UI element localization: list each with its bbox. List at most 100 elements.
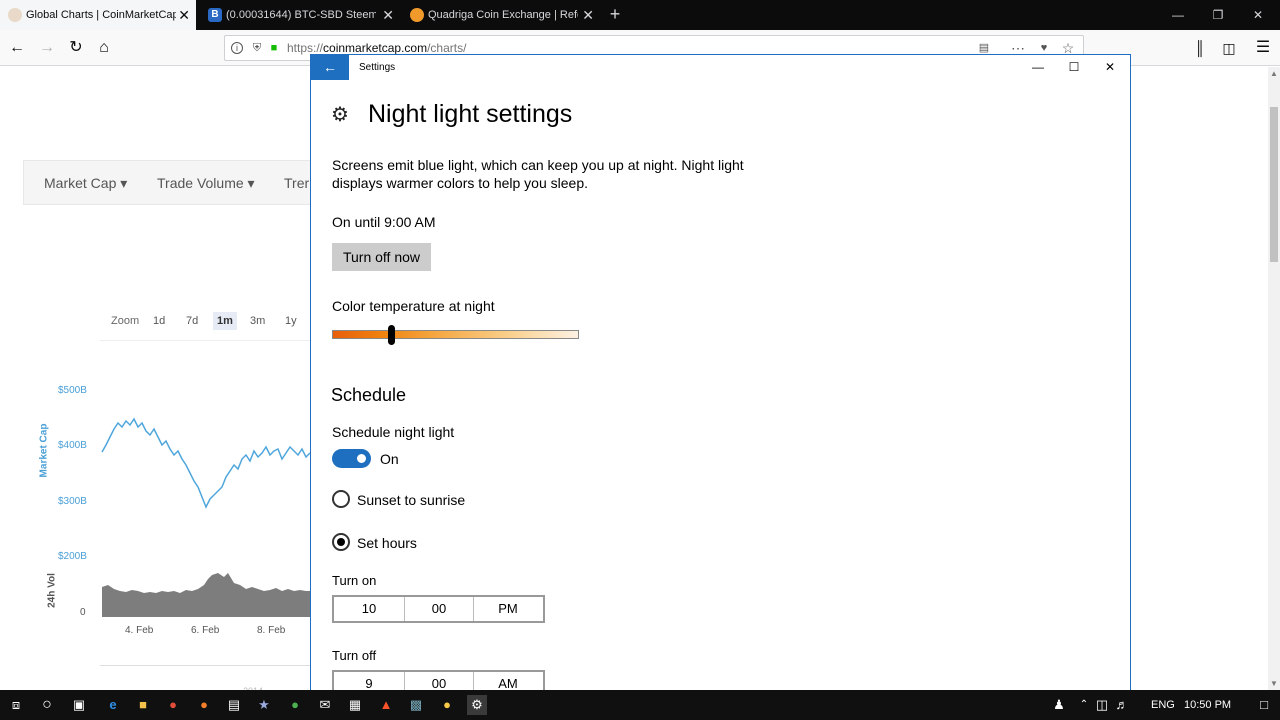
language-indicator[interactable]: ENG — [1151, 690, 1175, 720]
y-axis-label: $300B — [58, 496, 87, 507]
tab-title: Global Charts | CoinMarketCap — [26, 9, 176, 21]
tab-quadriga[interactable]: Quadriga Coin Exchange | Referral ✕ — [402, 0, 600, 30]
info-icon[interactable]: i — [231, 42, 243, 54]
chrome-icon[interactable]: ● — [437, 695, 457, 715]
chrome-icon[interactable]: ● — [163, 695, 183, 715]
document-app-icon[interactable]: ▤ — [224, 695, 244, 715]
bittrex-favicon-icon: B — [208, 8, 222, 22]
show-hidden-icons-icon[interactable]: ⌃ — [1074, 695, 1094, 715]
restore-window-icon[interactable]: ❐ — [1198, 0, 1238, 30]
file-explorer-icon[interactable]: ■ — [133, 695, 153, 715]
tab-trending[interactable]: Trer — [284, 175, 309, 191]
pocket-icon[interactable]: ♥ — [1037, 41, 1051, 55]
sunset-to-sunrise-label[interactable]: Sunset to sunrise — [357, 492, 465, 508]
lock-icon[interactable]: ■ — [267, 41, 281, 55]
color-temperature-label: Color temperature at night — [332, 298, 495, 314]
firefox-icon[interactable]: ● — [194, 695, 214, 715]
set-hours-label[interactable]: Set hours — [357, 535, 417, 551]
close-window-icon[interactable]: ✕ — [1238, 0, 1278, 30]
turn-off-label: Turn off — [332, 648, 377, 663]
library-icon[interactable]: ║ — [1188, 36, 1212, 60]
tab-market-cap[interactable]: Market Cap ▾ — [44, 175, 127, 192]
schedule-heading: Schedule — [331, 385, 407, 405]
network-icon[interactable]: ◫ — [1092, 695, 1112, 715]
close-tab-icon[interactable]: ✕ — [382, 0, 394, 30]
quadriga-favicon-icon — [410, 8, 424, 22]
browser-tab-strip: Global Charts | CoinMarketCap ✕ B (0.000… — [0, 0, 1280, 30]
scroll-down-icon[interactable]: ▼ — [1270, 679, 1278, 688]
tab-title: (0.00031644) BTC-SBD SteemDollars — [226, 9, 376, 21]
chart-top-divider — [100, 340, 310, 341]
maximize-icon[interactable]: ☐ — [1056, 55, 1092, 80]
bookmark-star-icon[interactable]: ☆ — [1061, 41, 1075, 55]
new-tab-button[interactable]: + — [605, 0, 625, 30]
volume-zero-label: 0 — [80, 607, 86, 618]
volume-axis-title: 24h Vol — [46, 573, 58, 608]
color-temperature-slider[interactable] — [332, 330, 579, 339]
brave-browser-icon[interactable]: ▲ — [376, 695, 396, 715]
zoom-1y-button[interactable]: 1y — [281, 312, 301, 330]
night-light-status: On until 9:00 AM — [332, 214, 436, 230]
market-cap-axis-title: Market Cap — [38, 423, 50, 478]
gear-icon: ⚙ — [331, 104, 349, 126]
minimize-icon[interactable]: — — [1020, 55, 1056, 80]
page-actions-icon[interactable]: ⋯ — [1011, 41, 1025, 55]
close-tab-icon[interactable]: ✕ — [178, 0, 190, 30]
scrollbar-thumb[interactable] — [1270, 107, 1278, 262]
forward-arrow-icon[interactable]: → — [35, 36, 59, 60]
tracking-shield-icon[interactable]: ⛨ — [250, 41, 264, 55]
turn-on-time-picker[interactable]: 10 00 PM — [332, 595, 545, 623]
reader-view-icon[interactable]: ▤ — [977, 41, 991, 55]
back-arrow-icon[interactable]: ← — [5, 36, 29, 60]
color-temperature-slider-thumb[interactable] — [387, 325, 395, 345]
mail-icon[interactable]: ✉ — [315, 695, 335, 715]
edge-browser-icon[interactable]: e — [103, 695, 123, 715]
menu-hamburger-icon[interactable]: ☰ — [1251, 36, 1275, 60]
zoom-7d-button[interactable]: 7d — [182, 312, 202, 330]
turn-off-now-button[interactable]: Turn off now — [332, 243, 431, 271]
settings-titlebar: ← Settings — ☐ ✕ — [311, 55, 1130, 80]
tab-global-charts[interactable]: Global Charts | CoinMarketCap ✕ — [0, 0, 196, 30]
app-icon[interactable]: ● — [285, 695, 305, 715]
zoom-label: Zoom — [111, 315, 140, 327]
page-scrollbar[interactable]: ▲ ▼ — [1268, 67, 1280, 690]
action-center-icon[interactable]: □ — [1254, 695, 1274, 715]
y-axis-label: $500B — [58, 385, 87, 396]
close-tab-icon[interactable]: ✕ — [582, 0, 594, 30]
scroll-up-icon[interactable]: ▲ — [1270, 69, 1278, 78]
people-icon[interactable]: ♟ — [1049, 695, 1069, 715]
home-icon[interactable]: ⌂ — [92, 36, 116, 60]
radio-selected-dot — [337, 538, 345, 546]
tab-btc-sbd[interactable]: B (0.00031644) BTC-SBD SteemDollars ✕ — [200, 0, 400, 30]
system-clock[interactable]: 10:50 PM — [1184, 690, 1231, 720]
sidebar-icon[interactable]: ◫ — [1217, 36, 1241, 60]
calculator-icon[interactable]: ▦ — [345, 695, 365, 715]
task-view-icon[interactable]: ▣ — [69, 695, 89, 715]
turn-on-hour[interactable]: 10 — [334, 597, 404, 621]
turn-on-label: Turn on — [332, 573, 377, 588]
zoom-1m-button[interactable]: 1m — [213, 312, 237, 330]
settings-window: ← Settings — ☐ ✕ ⚙ Night light settings … — [310, 54, 1131, 694]
close-icon[interactable]: ✕ — [1092, 55, 1128, 80]
windows-start-icon[interactable]: ⧈ — [6, 695, 26, 715]
tab-title: Quadriga Coin Exchange | Referral — [428, 9, 578, 21]
reload-icon[interactable]: ↻ — [64, 36, 88, 60]
minimize-window-icon[interactable]: — — [1158, 0, 1198, 30]
cortana-search-icon[interactable]: ○ — [37, 695, 57, 715]
schedule-night-light-toggle[interactable] — [332, 449, 371, 468]
volume-icon[interactable]: ♬ — [1112, 695, 1132, 715]
y-axis-label: $400B — [58, 440, 87, 451]
set-hours-radio[interactable] — [332, 533, 350, 551]
market-cap-line — [101, 417, 310, 509]
turn-on-ampm[interactable]: PM — [473, 597, 543, 621]
turn-on-minute[interactable]: 00 — [404, 597, 474, 621]
tab-trade-volume[interactable]: Trade Volume ▾ — [157, 175, 255, 192]
zoom-3m-button[interactable]: 3m — [246, 312, 269, 330]
back-arrow-icon[interactable]: ← — [311, 55, 349, 80]
sunset-to-sunrise-radio[interactable] — [332, 490, 350, 508]
settings-gear-icon[interactable]: ⚙ — [467, 695, 487, 715]
zoom-1d-button[interactable]: 1d — [149, 312, 169, 330]
app-icon[interactable]: ★ — [254, 695, 274, 715]
market-cap-chart — [101, 417, 310, 617]
app-icon[interactable]: ▩ — [406, 695, 426, 715]
